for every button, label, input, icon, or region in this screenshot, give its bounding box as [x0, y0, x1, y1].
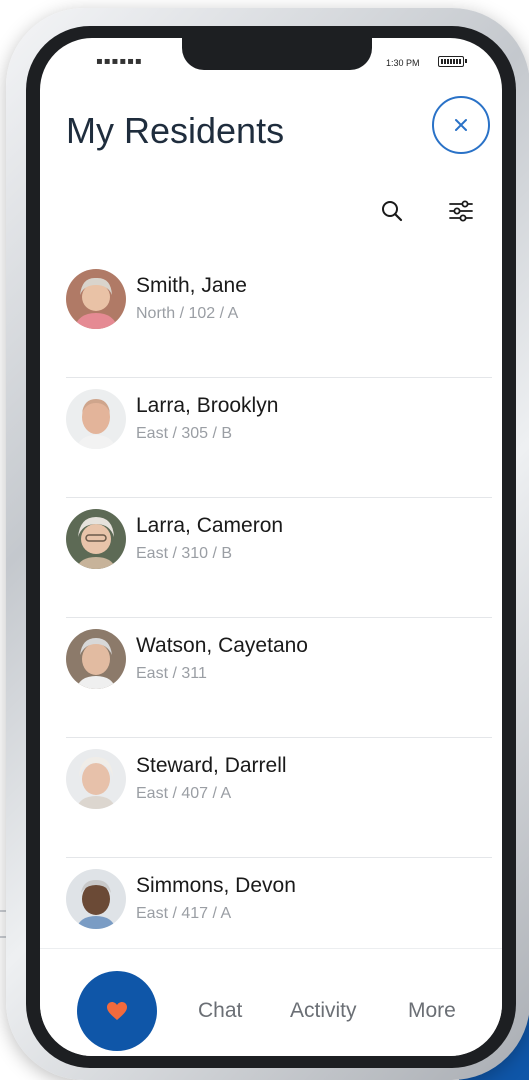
resident-location: East / 311 [136, 665, 207, 682]
avatar [66, 509, 126, 569]
phone-notch [182, 38, 372, 70]
close-icon [455, 119, 467, 131]
avatar [66, 269, 126, 329]
resident-name: Smith, Jane [136, 274, 247, 297]
phone-frame: ▪▪▪▪▪▪ 1:30 PM My Residents Smith, Jane … [6, 8, 529, 1080]
stage: ▪▪▪▪▪▪ 1:30 PM My Residents Smith, Jane … [0, 0, 529, 1080]
resident-location: East / 305 / B [136, 425, 233, 442]
resident-list: Smith, Jane North / 102 / A Larra, Brook… [40, 258, 502, 978]
resident-location: East / 417 / A [136, 905, 232, 922]
resident-row[interactable]: Smith, Jane North / 102 / A [40, 258, 502, 378]
resident-name: Larra, Brooklyn [136, 394, 279, 417]
avatar [66, 629, 126, 689]
resident-row[interactable]: Larra, Brooklyn East / 305 / B [40, 378, 502, 498]
status-time: 1:30 PM [386, 58, 420, 68]
signal-indicator: ▪▪▪▪▪▪ [96, 56, 143, 67]
resident-location: East / 407 / A [136, 785, 232, 802]
resident-row[interactable]: Watson, Cayetano East / 311 [40, 618, 502, 738]
bottom-nav: Chat Activity More [40, 948, 502, 1056]
resident-name: Watson, Cayetano [136, 634, 308, 657]
sliders-icon [449, 200, 473, 222]
avatar [66, 869, 126, 929]
nav-more[interactable]: More [408, 999, 456, 1023]
avatar [66, 389, 126, 449]
resident-row[interactable]: Larra, Cameron East / 310 / B [40, 498, 502, 618]
resident-name: Steward, Darrell [136, 754, 287, 777]
nav-chat[interactable]: Chat [198, 999, 242, 1023]
resident-location: North / 102 / A [136, 305, 239, 322]
nav-activity[interactable]: Activity [290, 999, 357, 1023]
close-button[interactable] [432, 96, 490, 154]
page-title: My Residents [66, 110, 285, 151]
phone-screen: ▪▪▪▪▪▪ 1:30 PM My Residents Smith, Jane … [40, 38, 502, 1056]
resident-name: Larra, Cameron [136, 514, 284, 537]
home-button[interactable] [77, 971, 157, 1051]
search-icon [382, 201, 403, 222]
battery-level [441, 59, 461, 64]
search-button[interactable] [377, 196, 407, 226]
heart-icon [107, 1002, 127, 1020]
resident-name: Simmons, Devon [136, 874, 296, 897]
resident-location: East / 310 / B [136, 545, 233, 562]
avatar [66, 749, 126, 809]
resident-row[interactable]: Steward, Darrell East / 407 / A [40, 738, 502, 858]
battery-icon [438, 56, 467, 67]
filter-button[interactable] [446, 196, 476, 226]
